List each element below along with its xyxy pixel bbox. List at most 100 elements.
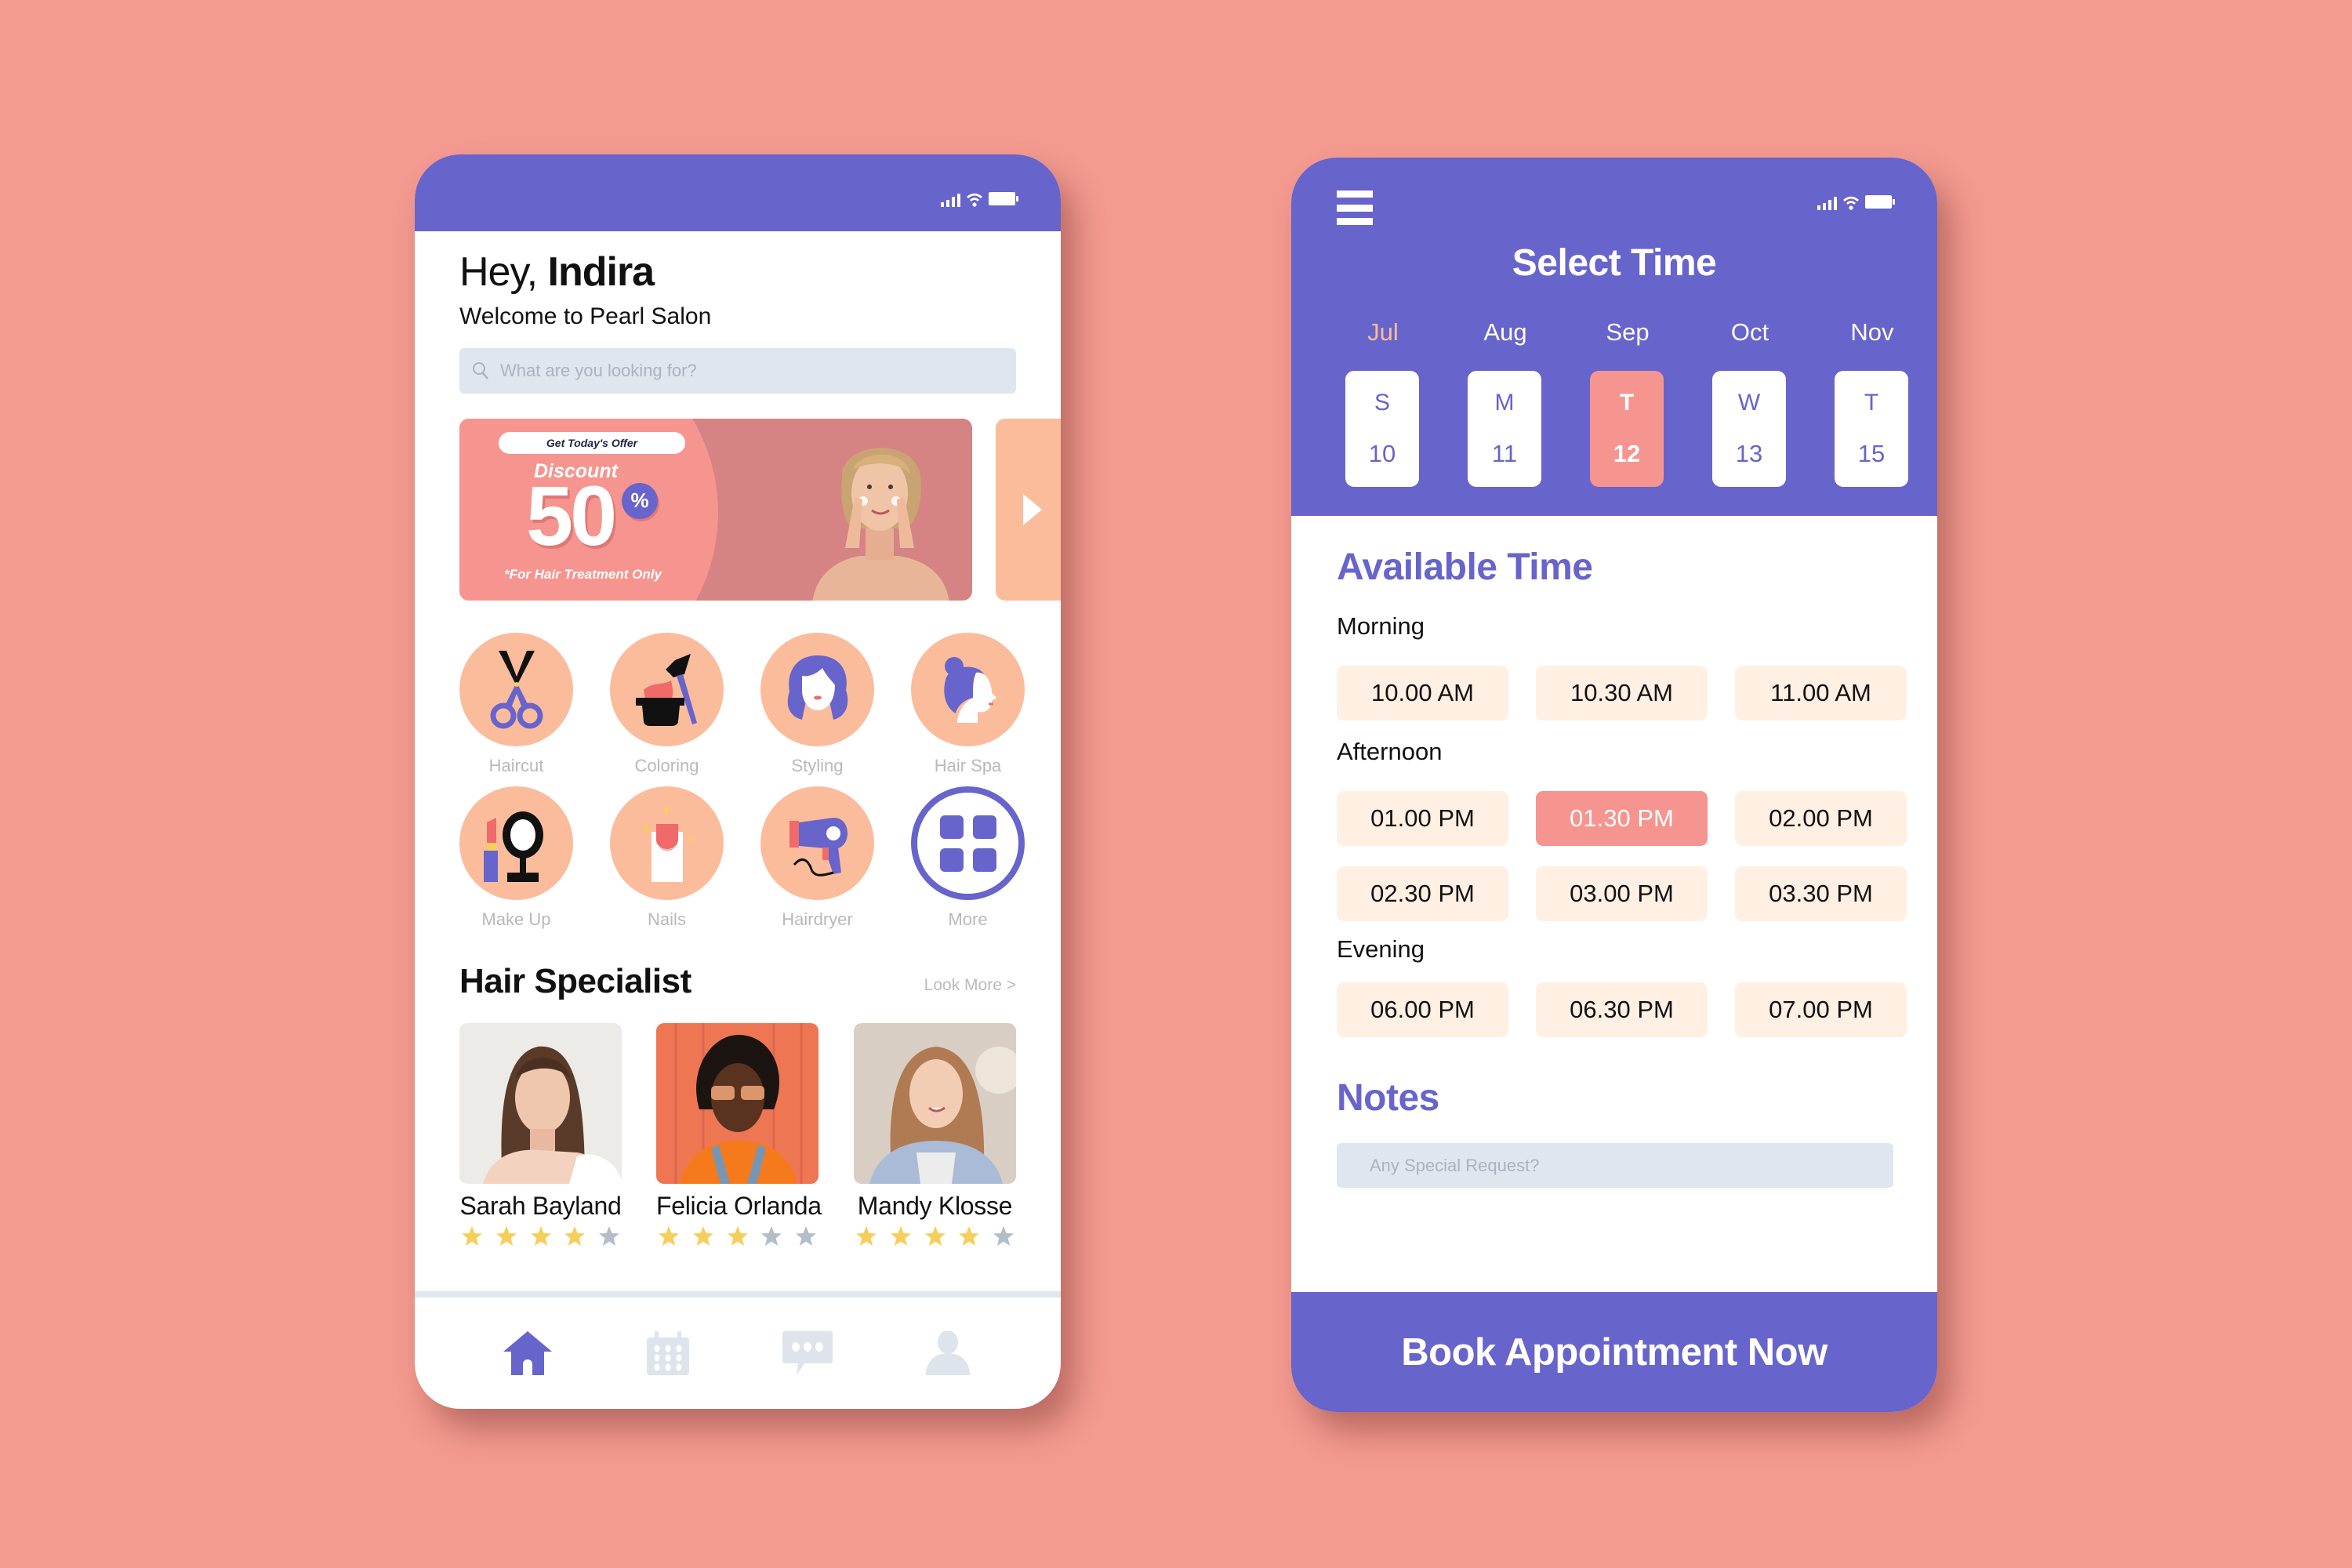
specialist-card[interactable]: Mandy Klosse — [854, 1023, 1016, 1247]
specialist-photo — [459, 1023, 622, 1184]
month-tab[interactable]: Oct — [1703, 318, 1797, 347]
day-button[interactable]: T 12 — [1590, 371, 1664, 487]
time-slot[interactable]: 10.30 AM — [1536, 666, 1708, 720]
calendar-icon — [646, 1331, 689, 1375]
specialists-title: Hair Specialist — [459, 962, 691, 1000]
time-slot[interactable]: 06.30 PM — [1536, 982, 1708, 1037]
specialist-rating — [656, 1225, 818, 1247]
time-slot[interactable]: 07.00 PM — [1735, 982, 1907, 1037]
service-label: Nails — [648, 909, 686, 929]
page-title: Select Time — [1512, 242, 1717, 284]
specialist-name: Mandy Klosse — [857, 1192, 1013, 1220]
notes-title: Notes — [1337, 1077, 1439, 1119]
day-date: 10 — [1368, 440, 1396, 467]
period-label-afternoon: Afternoon — [1337, 738, 1443, 765]
booking-screen: Select Time Jul Aug Sep Oct Nov S 10 M 11 … — [1291, 158, 1937, 1412]
book-appointment-button[interactable]: Book Appointment Now — [1291, 1292, 1937, 1412]
service-styling[interactable]: Styling — [760, 633, 874, 776]
time-slot[interactable]: 03.00 PM — [1536, 866, 1708, 921]
banner-model-image — [812, 448, 949, 601]
day-weekday: S — [1374, 390, 1390, 416]
home-screen: Hey, Indira Welcome to Pearl Salon Get T… — [415, 154, 1061, 1409]
star-filled-icon — [727, 1226, 748, 1246]
user-icon — [925, 1331, 970, 1375]
period-label-morning: Morning — [1337, 612, 1425, 640]
status-icons — [1817, 193, 1895, 210]
service-more[interactable]: More — [911, 786, 1025, 930]
nav-home[interactable] — [500, 1326, 555, 1381]
time-slot[interactable]: 11.00 AM — [1735, 666, 1907, 720]
specialist-name: Sarah Bayland — [459, 1192, 622, 1220]
month-tab[interactable]: Nov — [1825, 318, 1919, 347]
time-slot[interactable]: 01.00 PM — [1337, 791, 1508, 846]
time-slot-selected[interactable]: 01.30 PM — [1536, 791, 1708, 846]
service-haircut[interactable]: Haircut — [459, 633, 573, 776]
day-date: 12 — [1613, 440, 1641, 467]
day-button[interactable]: W 13 — [1712, 371, 1786, 487]
star-filled-icon — [959, 1226, 980, 1246]
day-weekday: T — [1864, 390, 1879, 416]
hair-dye-icon — [635, 653, 697, 726]
battery-icon — [1865, 195, 1895, 209]
service-label: Make Up — [481, 909, 551, 929]
service-coloring[interactable]: Coloring — [610, 633, 724, 776]
search-bar[interactable] — [459, 348, 1016, 394]
menu-button[interactable] — [1337, 191, 1373, 225]
battery-icon — [989, 192, 1018, 205]
time-slot[interactable]: 06.00 PM — [1337, 982, 1508, 1037]
nav-messages[interactable] — [780, 1326, 835, 1381]
day-date: 15 — [1857, 440, 1886, 467]
signal-icon — [941, 194, 960, 207]
day-button[interactable]: M 11 — [1468, 371, 1541, 487]
user-name: Indira — [547, 249, 655, 295]
look-more-link[interactable]: Look More > — [924, 976, 1016, 995]
service-label: Styling — [791, 756, 844, 775]
welcome-text: Welcome to Pearl Salon — [459, 303, 712, 329]
service-label: Hair Spa — [934, 756, 1002, 775]
offer-banner[interactable]: Get Today's Offer Discount 50 % *For Hai… — [459, 419, 972, 601]
discount-amount: 50 — [526, 468, 617, 563]
star-filled-icon — [856, 1226, 877, 1246]
month-tab[interactable]: Jul — [1336, 318, 1430, 347]
wifi-icon — [1843, 196, 1859, 210]
service-label: More — [948, 909, 988, 929]
day-button[interactable]: T 15 — [1835, 371, 1908, 487]
nav-profile[interactable] — [920, 1326, 975, 1381]
star-empty-icon — [796, 1226, 816, 1246]
specialist-card[interactable]: Sarah Bayland — [459, 1023, 622, 1247]
service-nails[interactable]: Nails — [610, 786, 724, 930]
star-filled-icon — [530, 1226, 551, 1246]
month-tab[interactable]: Aug — [1458, 318, 1552, 347]
day-date: 11 — [1491, 440, 1518, 467]
star-empty-icon — [761, 1226, 782, 1246]
nail-icon — [643, 803, 692, 882]
service-hairdryer[interactable]: Hairdryer — [760, 786, 874, 930]
status-icons — [941, 190, 1018, 207]
service-hair-spa[interactable]: Hair Spa — [911, 633, 1025, 776]
bottom-nav — [415, 1298, 1061, 1409]
month-tab[interactable]: Sep — [1581, 318, 1675, 347]
time-slot[interactable]: 02.30 PM — [1337, 866, 1508, 921]
scissors-icon — [490, 650, 543, 728]
nav-calendar[interactable] — [641, 1326, 695, 1381]
service-make-up[interactable]: Make Up — [459, 786, 573, 930]
chat-icon — [782, 1331, 833, 1375]
service-label: Coloring — [634, 756, 699, 775]
day-button[interactable]: S 10 — [1345, 371, 1419, 487]
service-label: Hairdryer — [782, 909, 853, 929]
percent-badge: % — [622, 483, 658, 519]
hairstyle-icon — [787, 655, 848, 720]
time-slot[interactable]: 10.00 AM — [1337, 666, 1508, 720]
specialist-card[interactable]: Felicia Orlanda — [656, 1023, 822, 1247]
home-icon — [503, 1331, 553, 1375]
period-label-evening: Evening — [1337, 935, 1425, 963]
specialist-name: Felicia Orlanda — [656, 1192, 822, 1220]
banner-next-button[interactable] — [996, 419, 1061, 601]
nav-divider — [415, 1291, 1061, 1298]
notes-input[interactable] — [1337, 1143, 1893, 1188]
search-input[interactable] — [500, 361, 986, 381]
time-slot[interactable]: 02.00 PM — [1735, 791, 1907, 846]
time-slot[interactable]: 03.30 PM — [1735, 866, 1907, 921]
service-label: Haircut — [488, 756, 544, 775]
day-weekday: T — [1619, 390, 1635, 416]
